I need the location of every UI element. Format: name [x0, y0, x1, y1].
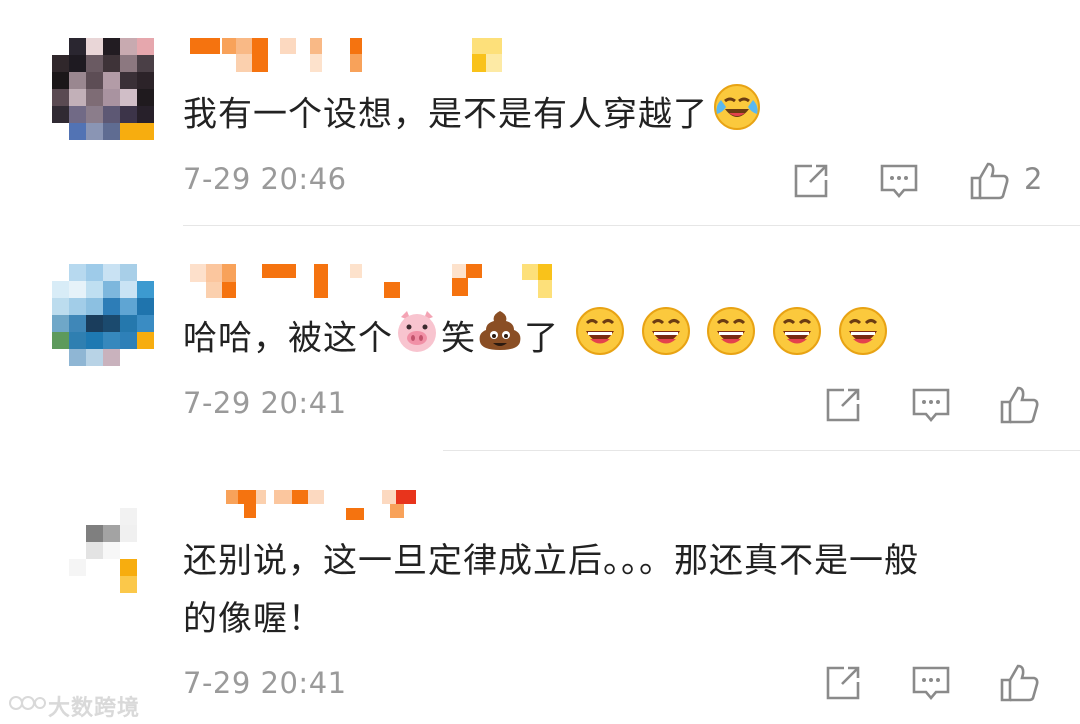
divider [443, 450, 1080, 451]
comment-icon[interactable] [910, 384, 952, 426]
pixelated-avatar-image [52, 508, 156, 612]
thumb-up-icon[interactable] [998, 662, 1040, 704]
laughing-emoji [772, 306, 822, 374]
avatar[interactable] [52, 264, 156, 368]
username-redacted[interactable] [190, 264, 590, 304]
poop-emoji [476, 307, 524, 373]
laugh-cry-emoji [712, 82, 762, 150]
username-redacted[interactable] [190, 38, 590, 78]
share-icon[interactable] [790, 160, 832, 202]
divider [183, 225, 1080, 226]
laughing-emoji [575, 306, 625, 374]
timestamp: 7-29 20:41 [183, 666, 347, 700]
timestamp: 7-29 20:46 [183, 162, 347, 196]
pixelated-avatar-image [52, 264, 156, 368]
comment-icon[interactable] [878, 160, 920, 202]
thumb-up-icon[interactable] [998, 384, 1040, 426]
laughing-emoji [641, 306, 691, 374]
share-icon[interactable] [822, 662, 864, 704]
username-redacted[interactable] [190, 490, 590, 530]
thumb-up-icon[interactable] [968, 160, 1010, 202]
comment-text: 哈哈，被这个 笑 了 [183, 306, 1053, 374]
avatar[interactable] [52, 508, 156, 612]
comment-actions [822, 384, 1052, 428]
comment-actions: 2 [790, 160, 1050, 204]
timestamp: 7-29 20:41 [183, 386, 347, 420]
comment-icon[interactable] [910, 662, 952, 704]
avatar[interactable] [52, 38, 156, 142]
like-count: 2 [1024, 162, 1043, 196]
pig-face-emoji [393, 307, 441, 373]
watermark: 大数跨境 [8, 690, 140, 722]
laughing-emoji [838, 306, 888, 374]
comment-text: 还别说，这一旦定律成立后。。。那还真不是一般 的像喔！ [183, 541, 919, 639]
watermark-logo-icon [8, 691, 48, 720]
share-icon[interactable] [822, 384, 864, 426]
laughing-emoji [706, 306, 756, 374]
comment-text: 我有一个设想，是不是有人穿越了 [183, 82, 1053, 150]
pixelated-avatar-image [52, 38, 156, 142]
comment-actions [822, 662, 1052, 706]
